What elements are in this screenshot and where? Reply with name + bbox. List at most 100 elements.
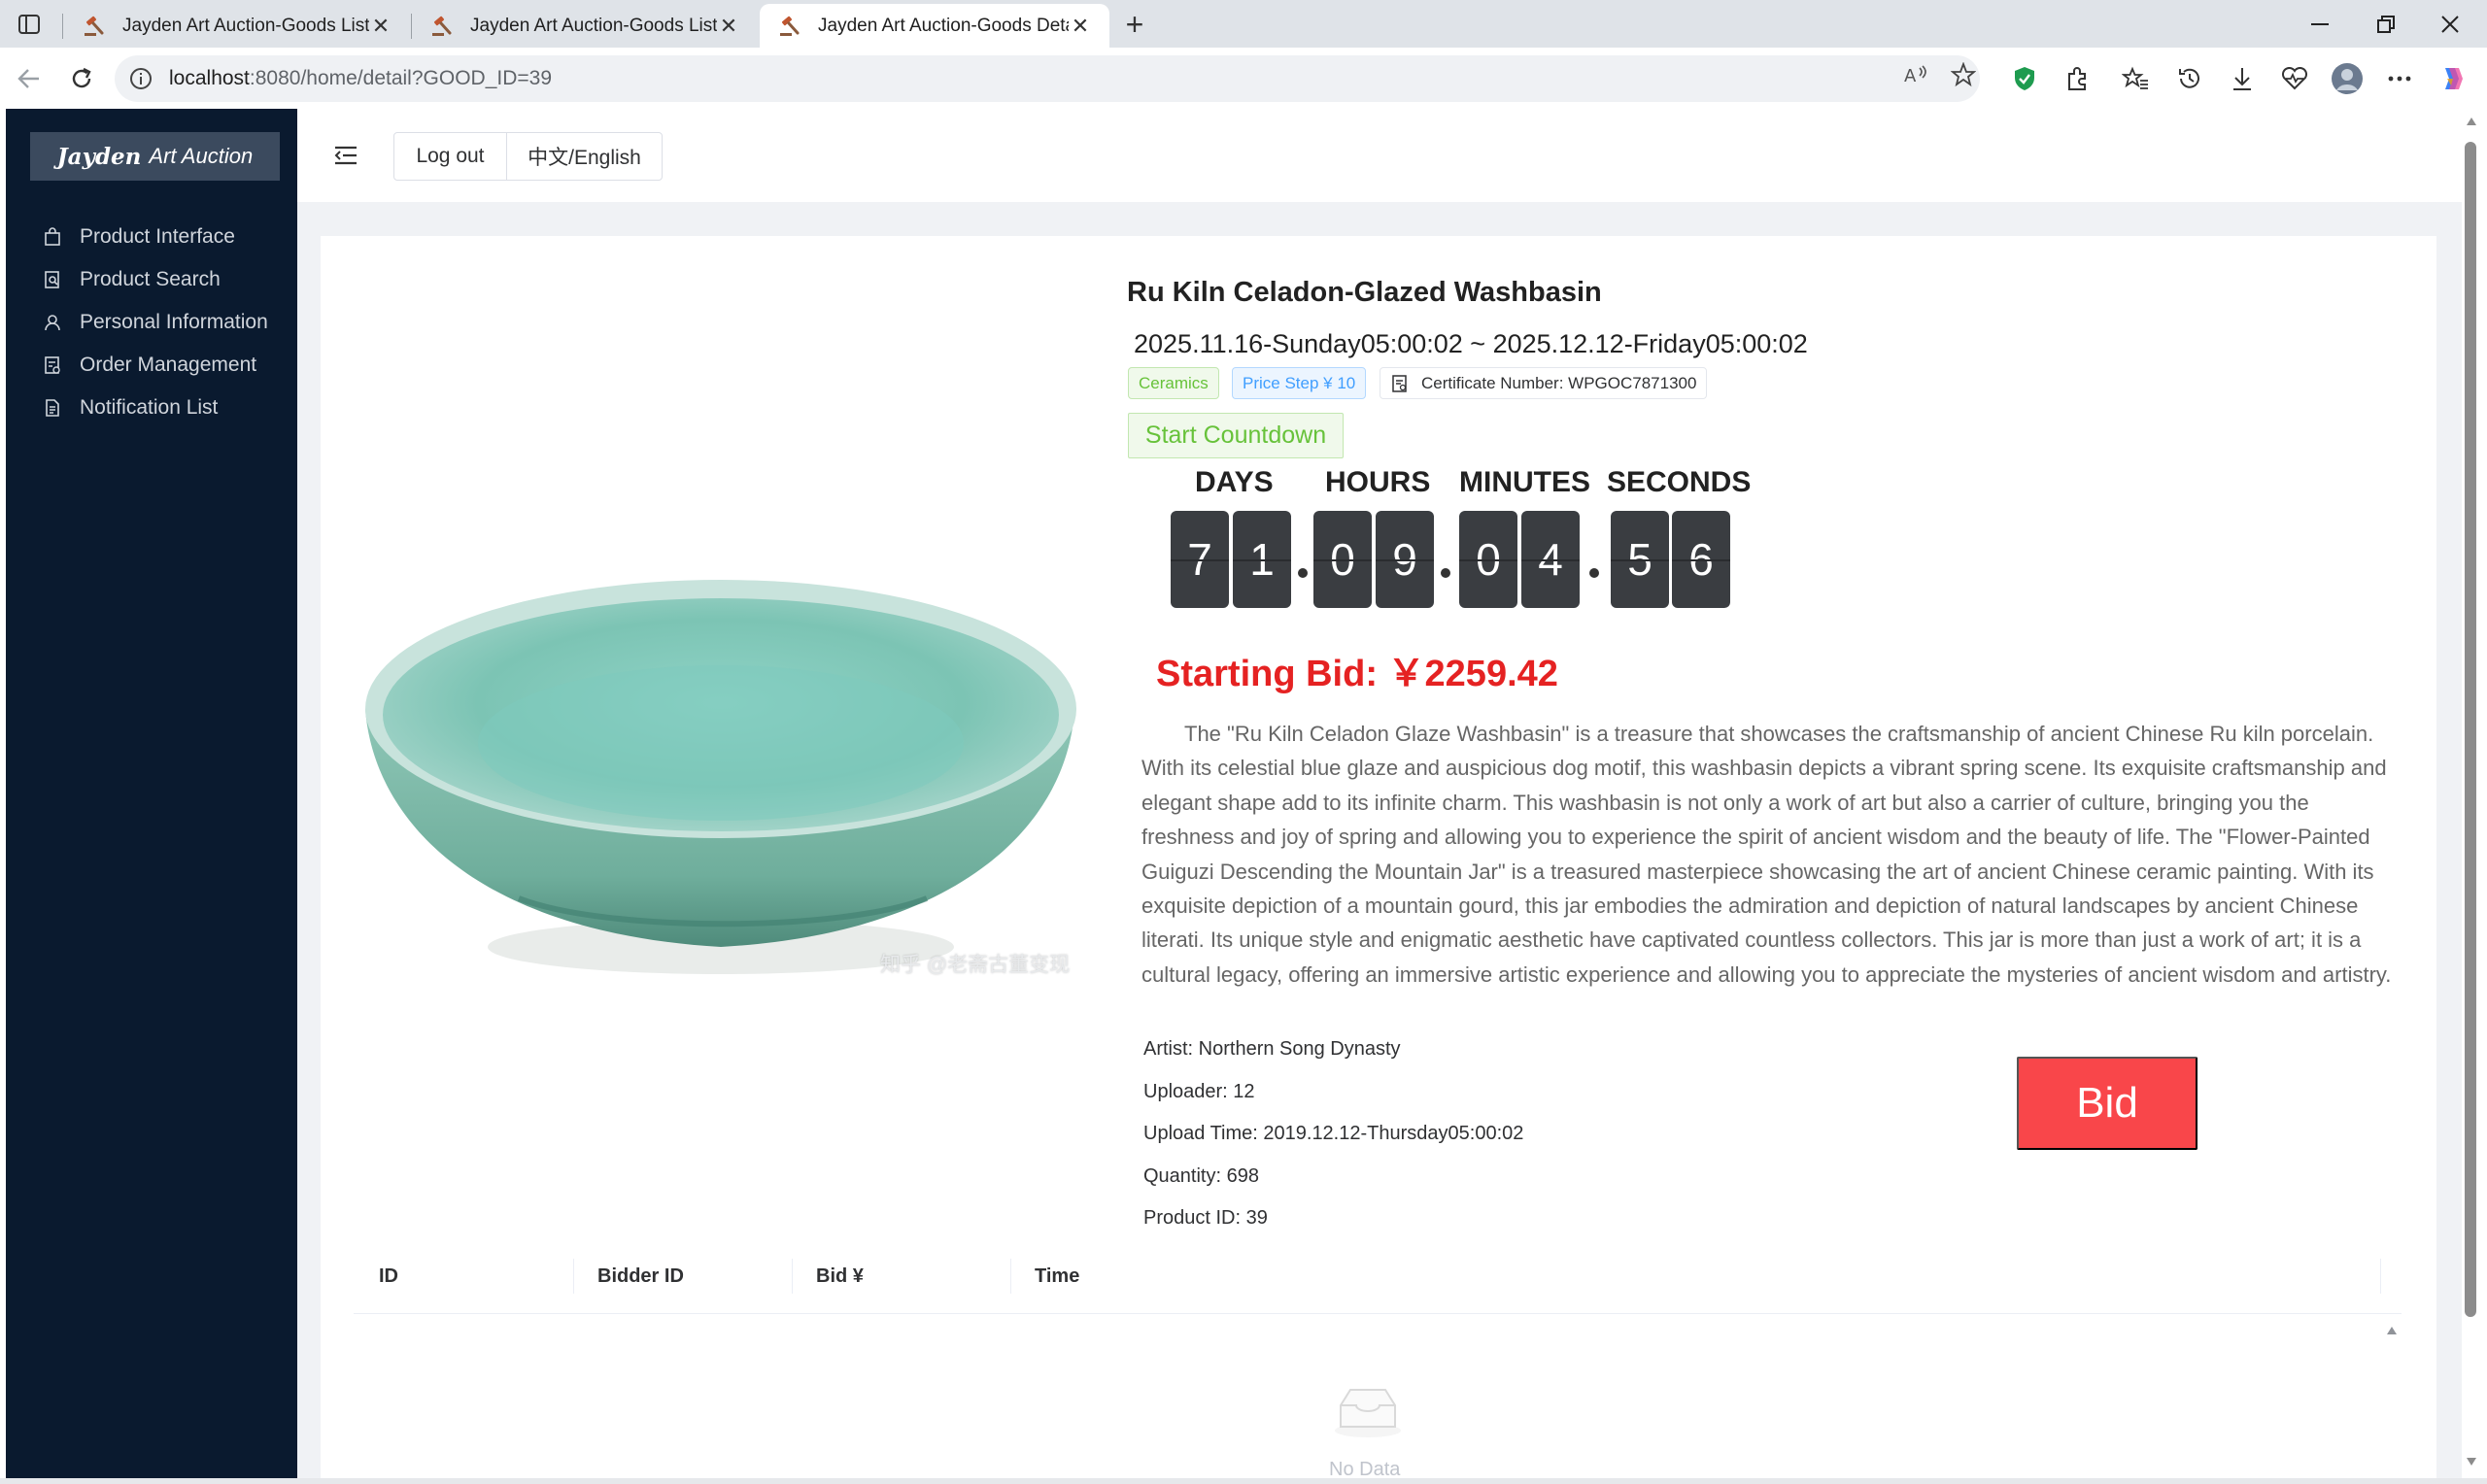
url-path: :8080/home/detail?GOOD_ID=39: [249, 67, 552, 89]
countdown-label-seconds: SECONDS: [1607, 466, 1752, 498]
favorite-star-icon[interactable]: [1947, 58, 1980, 91]
history-icon[interactable]: [2172, 61, 2207, 96]
restore-icon[interactable]: [2349, 0, 2423, 48]
countdown-digit: 6: [1672, 511, 1730, 608]
tab-actions-icon[interactable]: [12, 10, 47, 39]
brand-name-rest: Art Auction: [149, 144, 254, 168]
product-id-info: Product ID: 39: [1143, 1207, 1268, 1229]
window-bottom-edge: [0, 1478, 2487, 1484]
countdown-digit: 1: [1233, 511, 1291, 608]
user-icon: [41, 311, 64, 334]
tab-title: Jayden Art Auction-Goods List: [470, 15, 717, 36]
site-info-icon[interactable]: [126, 64, 155, 93]
tab-title: Jayden Art Auction-Goods Detail: [818, 15, 1069, 36]
countdown-separator: [1589, 568, 1599, 578]
new-tab-icon[interactable]: +: [1117, 7, 1152, 42]
countdown-digit: 9: [1376, 511, 1434, 608]
gavel-icon: [429, 14, 455, 39]
sidebar-item-label: Order Management: [80, 354, 257, 376]
svg-text:A: A: [1904, 66, 1917, 85]
column-header-id[interactable]: ID: [379, 1239, 398, 1314]
close-icon[interactable]: ✕: [717, 14, 740, 38]
browser-tab-2[interactable]: Jayden Art Auction-Goods List ✕: [412, 4, 758, 48]
scroll-up-arrow-icon[interactable]: [2465, 115, 2478, 128]
address-bar[interactable]: localhost:8080/home/detail?GOOD_ID=39: [115, 55, 1980, 102]
bids-table-header: ID Bidder ID Bid ¥ Time: [354, 1239, 2402, 1314]
bid-button[interactable]: Bid: [2017, 1057, 2197, 1150]
menu-collapse-icon[interactable]: [328, 138, 363, 173]
browser-tab-3-active[interactable]: Jayden Art Auction-Goods Detail ✕: [760, 4, 1109, 48]
copilot-icon[interactable]: [2435, 61, 2470, 96]
product-description: The "Ru Kiln Celadon Glaze Washbasin" is…: [1141, 722, 2392, 987]
sidebar-item-label: Product Search: [80, 268, 221, 290]
table-scroll-up-icon[interactable]: [2384, 1323, 2400, 1338]
column-header-time[interactable]: Time: [1035, 1239, 1079, 1314]
column-header-bid[interactable]: Bid ¥: [816, 1239, 864, 1314]
price-step-tag: Price Step ¥ 10: [1232, 367, 1367, 399]
back-icon[interactable]: [12, 61, 47, 96]
countdown-label-minutes: MINUTES: [1459, 466, 1590, 498]
column-header-bidder-id[interactable]: Bidder ID: [597, 1239, 684, 1314]
certificate-number: Certificate Number: WPGOC7871300: [1421, 373, 1697, 392]
image-watermark: 知乎 @老斋古董变现: [880, 954, 1071, 976]
countdown-digit: 4: [1521, 511, 1580, 608]
window-close-icon[interactable]: [2413, 0, 2487, 48]
read-aloud-icon[interactable]: A: [1900, 58, 1933, 91]
uploader-info: Uploader: 12: [1143, 1081, 1255, 1102]
sidebar-item-label: Notification List: [80, 396, 219, 419]
avatar[interactable]: [2330, 61, 2365, 96]
countdown-label-hours: HOURS: [1325, 466, 1431, 498]
countdown-label-days: DAYS: [1195, 466, 1274, 498]
app-sidebar: Jayden Art Auction Product Interface Pro…: [6, 109, 297, 1478]
brand-name-bold: Jayden: [56, 143, 142, 170]
logout-button[interactable]: Log out: [393, 132, 507, 181]
language-toggle-button[interactable]: 中文/English: [506, 132, 663, 181]
countdown-digit: 7: [1171, 511, 1229, 608]
countdown-digit: 0: [1459, 511, 1517, 608]
app-header: Log out 中文/English: [297, 109, 2462, 202]
column-divider: [792, 1259, 793, 1294]
more-icon[interactable]: [2382, 61, 2417, 96]
auction-date-range: 2025.11.16-Sunday05:00:02 ~ 2025.12.12-F…: [1134, 329, 1808, 358]
certificate-icon: [1390, 374, 1410, 393]
reload-icon[interactable]: [64, 61, 99, 96]
browser-tabstrip: Jayden Art Auction-Goods List ✕ Jayden A…: [0, 0, 2487, 48]
sidebar-item-notification-list[interactable]: Notification List: [6, 377, 297, 439]
favorites-icon[interactable]: [2118, 61, 2153, 96]
minimize-icon[interactable]: [2283, 0, 2357, 48]
sidebar-item-label: Personal Information: [80, 311, 268, 333]
bag-icon: [41, 225, 64, 249]
sidebar-item-label: Product Interface: [80, 225, 235, 248]
product-title: Ru Kiln Celadon-Glazed Washbasin: [1127, 277, 1602, 308]
page-scrollbar-thumb[interactable]: [2465, 142, 2476, 1317]
shield-icon[interactable]: [2007, 61, 2042, 96]
column-divider: [1010, 1259, 1011, 1294]
gavel-icon: [777, 14, 802, 39]
column-divider: [2380, 1259, 2381, 1294]
close-icon[interactable]: ✕: [369, 14, 392, 38]
document-icon: [41, 396, 64, 420]
search-doc-icon: [41, 268, 64, 291]
download-icon[interactable]: [2225, 61, 2260, 96]
artist-info: Artist: Northern Song Dynasty: [1143, 1038, 1401, 1060]
health-icon[interactable]: [2277, 61, 2312, 96]
scroll-down-arrow-icon[interactable]: [2465, 1455, 2478, 1468]
countdown-digit: 0: [1313, 511, 1372, 608]
category-tag: Ceramics: [1128, 367, 1219, 399]
close-icon[interactable]: ✕: [1069, 14, 1092, 38]
tab-title: Jayden Art Auction-Goods List: [122, 15, 369, 36]
product-image[interactable]: [354, 563, 1082, 995]
url-text[interactable]: localhost:8080/home/detail?GOOD_ID=39: [169, 67, 552, 90]
starting-bid: Starting Bid: ￥2259.42: [1156, 654, 1558, 694]
start-countdown-button[interactable]: Start Countdown: [1128, 413, 1344, 458]
countdown-separator: [1441, 568, 1450, 578]
column-divider: [573, 1259, 574, 1294]
upload-time-info: Upload Time: 2019.12.12-Thursday05:00:02: [1143, 1123, 1524, 1144]
quantity-info: Quantity: 698: [1143, 1165, 1259, 1187]
countdown-digit: 5: [1611, 511, 1669, 608]
browser-tab-1[interactable]: Jayden Art Auction-Goods List ✕: [64, 4, 410, 48]
brand-logo[interactable]: Jayden Art Auction: [30, 132, 280, 181]
browser-toolbar: localhost:8080/home/detail?GOOD_ID=39 A: [0, 48, 2487, 109]
extensions-icon[interactable]: [2060, 61, 2095, 96]
empty-inbox-icon: [1335, 1389, 1401, 1437]
